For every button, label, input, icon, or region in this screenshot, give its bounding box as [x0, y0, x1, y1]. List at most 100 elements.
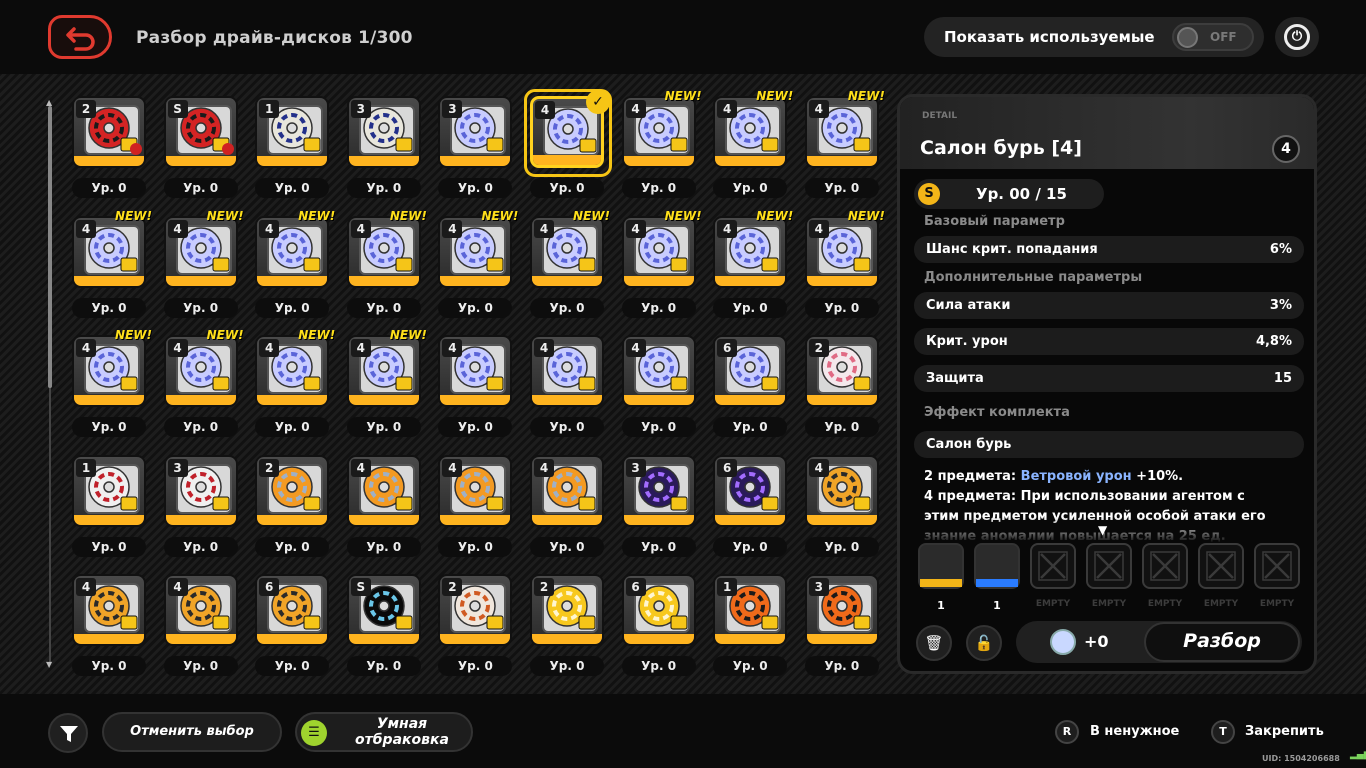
disc-item[interactable]: 4 NEW! Ур. 0	[160, 328, 244, 441]
empty-slot-x-icon	[1094, 551, 1124, 581]
disc-item[interactable]: 4 Ур. 0	[618, 331, 698, 441]
disc-item[interactable]: S Ур. 0	[343, 570, 423, 680]
disc-item[interactable]: 4 NEW! Ур. 0	[343, 209, 427, 322]
slot-count: 1	[993, 599, 1001, 612]
smart-discard-button[interactable]: ☰ Умная отбраковка	[295, 712, 473, 752]
material-slot-filled[interactable]	[974, 543, 1020, 589]
disc-item[interactable]: 3 Ур. 0	[160, 451, 240, 561]
wind-damage-link[interactable]: Ветровой урон	[1021, 469, 1132, 484]
disc-level: Ур. 0	[713, 297, 788, 318]
disc-item[interactable]: 4 NEW! Ур. 0	[526, 209, 610, 322]
material-slot-empty[interactable]	[1030, 543, 1076, 589]
disc-level: Ур. 0	[438, 536, 513, 557]
disc-item[interactable]: 4 Ур. 0	[526, 331, 606, 441]
disc-item[interactable]: 4 NEW! Ур. 0	[68, 209, 152, 322]
disc-level: Ур. 0	[255, 297, 330, 318]
disc-item[interactable]: 4 NEW! Ур. 0	[801, 209, 885, 322]
disc-rank: 4	[625, 219, 646, 238]
disc-item[interactable]: 4 Ур. 0	[434, 331, 514, 441]
rarity-band	[715, 275, 786, 286]
disc-item[interactable]: 4 Ур. 0	[801, 451, 881, 561]
disc-item[interactable]: 3 Ур. 0	[343, 92, 423, 202]
back-button[interactable]	[48, 15, 112, 59]
show-used-toggle[interactable]: OFF	[1172, 23, 1254, 51]
trash-button[interactable]: 🗑	[916, 625, 952, 661]
disc-item[interactable]: 6 Ур. 0	[251, 570, 331, 680]
pin-label[interactable]: Закрепить	[1245, 724, 1324, 739]
dismantle-bar: +0 Разбор	[1016, 621, 1302, 663]
material-slot-filled[interactable]	[918, 543, 964, 589]
material-slot-empty[interactable]	[1086, 543, 1132, 589]
scroll-thumb[interactable]	[48, 106, 52, 388]
disc-item[interactable]: 1 Ур. 0	[68, 451, 148, 561]
disc-item[interactable]: 3 Ур. 0	[618, 451, 698, 561]
disc-item[interactable]: 4 NEW! Ур. 0	[618, 209, 702, 322]
disc-level: Ур. 0	[346, 417, 421, 437]
disc-level: Ур. 0	[72, 178, 146, 198]
detail-rank-badge: 4	[1272, 135, 1300, 163]
stat-value: 15	[1273, 371, 1292, 386]
filter-button[interactable]	[48, 713, 88, 753]
detail-level: S Ур. 00 / 15	[914, 179, 1104, 209]
disc-item[interactable]: 6 Ур. 0	[618, 570, 698, 680]
material-slot-empty[interactable]	[1142, 543, 1188, 589]
disc-item[interactable]: 4 NEW! Ур. 0	[709, 209, 793, 322]
disc-item[interactable]: 4 NEW! Ур. 0	[251, 209, 335, 322]
empty-slot-x-icon	[1150, 551, 1180, 581]
dismantle-button[interactable]: Разбор	[1144, 622, 1300, 662]
disc-item[interactable]: 4 NEW! Ур. 0	[709, 89, 793, 202]
disc-icon-frame: 1	[72, 454, 146, 527]
disc-rank: 3	[625, 458, 646, 477]
disc-item[interactable]: S Ур. 0	[160, 92, 240, 202]
disc-level: Ур. 0	[621, 417, 696, 437]
disc-item[interactable]: 4 NEW! Ур. 0	[434, 209, 518, 322]
more-down-icon[interactable]: ▼	[1098, 523, 1107, 537]
show-used-label: Показать используемые	[944, 28, 1155, 46]
disc-item[interactable]: 4 NEW! Ур. 0	[801, 89, 885, 202]
disc-icon-frame: 4	[346, 335, 421, 407]
material-slot-empty[interactable]	[1198, 543, 1244, 589]
lock-button[interactable]: 🔓	[966, 625, 1002, 661]
unlock-icon: 🔓	[974, 634, 994, 652]
disc-item[interactable]: 2 Ур. 0	[251, 451, 331, 561]
disc-icon-frame: 4	[713, 96, 788, 168]
scroll-down-icon[interactable]: ▼	[46, 660, 52, 669]
disc-item[interactable]: 6 Ур. 0	[709, 451, 789, 561]
disc-item[interactable]: 4 Ур. 0	[343, 451, 423, 561]
disc-item[interactable]: 4 Ур. 0	[68, 570, 148, 680]
mark-junk-label[interactable]: В ненужное	[1090, 724, 1179, 739]
disc-item[interactable]: 3 Ур. 0	[434, 92, 514, 202]
grid-scrollbar[interactable]: ▲ ▼	[46, 98, 54, 670]
disc-item[interactable]: 4 Ур. 0	[526, 451, 606, 561]
disc-item[interactable]: 4 NEW! Ур. 0	[68, 328, 152, 441]
disc-item[interactable]: 4 NEW! Ур. 0	[343, 328, 427, 441]
disc-item[interactable]: 3 Ур. 0	[801, 570, 881, 680]
disc-rank: 4	[534, 219, 554, 238]
disc-rank: 3	[350, 100, 371, 118]
disc-level: Ур. 0	[804, 536, 879, 557]
disc-item[interactable]: 2 Ур. 0	[801, 331, 881, 441]
disc-item[interactable]: 2 Ур. 0	[68, 92, 148, 202]
disc-item[interactable]: 4 NEW! Ур. 0	[251, 328, 335, 441]
disc-level: Ур. 0	[72, 656, 146, 676]
disc-item[interactable]: 6 Ур. 0	[709, 331, 789, 441]
disc-icon-frame: 4	[346, 454, 421, 527]
key-r-icon[interactable]: R	[1055, 720, 1079, 744]
cancel-selection-button[interactable]: Отменить выбор	[102, 712, 282, 752]
disc-item[interactable]: ✓ 4 Ур. 0	[524, 89, 612, 202]
power-button[interactable]: ⏻	[1275, 17, 1319, 57]
disc-icon-frame: 2	[72, 96, 146, 168]
disc-item[interactable]: 4 NEW! Ур. 0	[618, 89, 702, 202]
key-t-icon[interactable]: T	[1211, 720, 1235, 744]
disc-item[interactable]: 4 Ур. 0	[160, 570, 240, 680]
disc-item[interactable]: 4 NEW! Ур. 0	[160, 209, 244, 322]
disc-level: Ур. 0	[72, 297, 146, 318]
disc-item[interactable]: 2 Ур. 0	[434, 570, 514, 680]
disc-item[interactable]: 1 Ур. 0	[251, 92, 331, 202]
material-slot-empty[interactable]	[1254, 543, 1300, 589]
new-badge: NEW!	[664, 89, 702, 103]
disc-item[interactable]: 1 Ур. 0	[709, 570, 789, 680]
disc-item[interactable]: 4 Ур. 0	[434, 451, 514, 561]
disc-item[interactable]: 2 Ур. 0	[526, 570, 606, 680]
disc-level: Ур. 0	[530, 297, 604, 318]
